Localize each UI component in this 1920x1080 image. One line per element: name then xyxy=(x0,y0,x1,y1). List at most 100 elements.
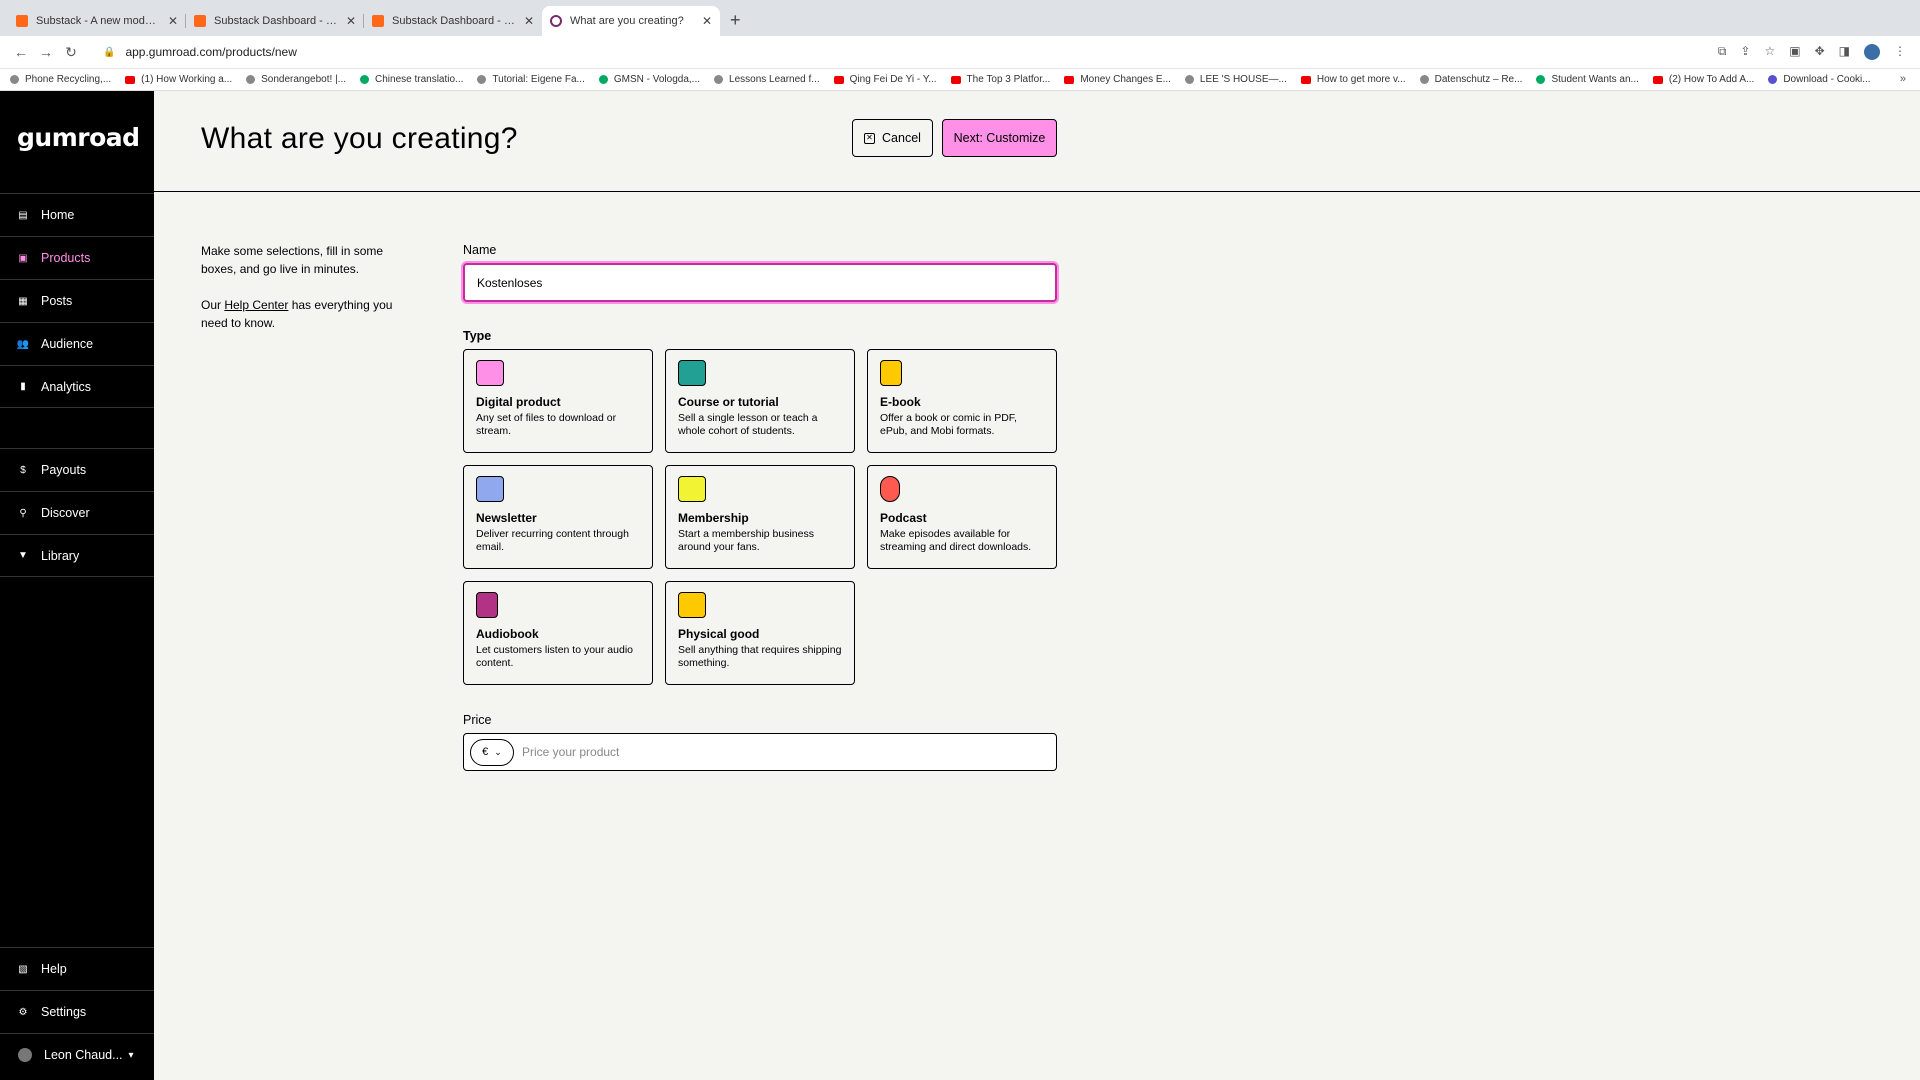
page-title: What are you creating? xyxy=(201,122,518,155)
bookmarks-more-button[interactable]: » xyxy=(1900,73,1906,85)
bookmark-icon xyxy=(1184,75,1194,84)
close-icon[interactable]: ✕ xyxy=(346,14,356,28)
user-name: Leon Chaud... xyxy=(44,1048,123,1062)
type-card-physical-good[interactable]: Physical good Sell anything that require… xyxy=(665,581,855,685)
header-divider xyxy=(154,191,1920,192)
type-card-membership[interactable]: Membership Start a membership business a… xyxy=(665,465,855,569)
sidebar-nav: ▤ Home ▣ Products ▦ Posts 👥 Audience ▮ A… xyxy=(0,193,154,408)
extension-icon[interactable]: ▣ xyxy=(1789,44,1800,60)
type-card-ebook[interactable]: E-book Offer a book or comic in PDF, ePu… xyxy=(867,349,1057,453)
browser-tab[interactable]: Substack Dashboard - Leon's ✕ xyxy=(186,6,364,36)
sidebar-item-payouts[interactable]: $ Payouts xyxy=(0,448,154,491)
bookmark[interactable]: (2) How To Add A... xyxy=(1652,74,1754,85)
cancel-button[interactable]: ✕ Cancel xyxy=(852,119,933,157)
youtube-icon xyxy=(1064,75,1075,84)
sidebar-item-home[interactable]: ▤ Home xyxy=(0,193,154,236)
sidebar-item-library[interactable]: ▼ Library xyxy=(0,534,154,577)
forward-icon[interactable]: → xyxy=(35,44,57,60)
bookmark-icon xyxy=(714,75,724,84)
browser-tab-active[interactable]: What are you creating? ✕ xyxy=(542,6,720,36)
profile-avatar[interactable] xyxy=(1864,44,1880,60)
bookmark[interactable]: Sonderangebot! |... xyxy=(246,74,346,85)
sidebar-item-analytics[interactable]: ▮ Analytics xyxy=(0,365,154,408)
menu-icon[interactable]: ⋮ xyxy=(1894,44,1906,60)
browser-tab-bar: Substack - A new model for pu ✕ Substack… xyxy=(0,0,1920,36)
tab-title: Substack Dashboard - Leon's xyxy=(214,15,340,27)
sidebar-item-posts[interactable]: ▦ Posts xyxy=(0,279,154,322)
close-icon[interactable]: ✕ xyxy=(168,14,178,28)
sidebar-item-settings[interactable]: ⚙ Settings xyxy=(0,990,154,1033)
bookmark[interactable]: Qing Fei De Yi - Y... xyxy=(833,74,937,85)
bookmark-icon xyxy=(1536,75,1546,84)
audience-icon: 👥 xyxy=(16,338,30,350)
bookmark[interactable]: Money Changes E... xyxy=(1064,74,1171,85)
browser-toolbar: ⧉ ⇪ ☆ ▣ ✥ ◨ ⋮ xyxy=(1718,44,1906,60)
close-icon[interactable]: ✕ xyxy=(524,14,534,28)
products-icon: ▣ xyxy=(18,252,28,264)
bookmark[interactable]: GMSN - Vologda,... xyxy=(598,74,700,85)
bookmark[interactable]: Download - Cooki... xyxy=(1768,74,1871,85)
bookmark-icon xyxy=(360,75,370,84)
url-text: app.gumroad.com/products/new xyxy=(125,45,297,59)
bookmark[interactable]: LEE 'S HOUSE—... xyxy=(1184,74,1287,85)
sidepanel-icon[interactable]: ◨ xyxy=(1839,44,1850,60)
currency-select[interactable]: € ⌄ xyxy=(470,738,514,766)
type-card-newsletter[interactable]: Newsletter Deliver recurring content thr… xyxy=(463,465,653,569)
type-label: Type xyxy=(463,329,492,343)
url-field[interactable]: 🔒 app.gumroad.com/products/new xyxy=(103,45,297,59)
membership-icon xyxy=(678,476,706,502)
substack-icon xyxy=(16,15,28,27)
sidebar-item-discover[interactable]: ⚲ Discover xyxy=(0,491,154,534)
new-tab-button[interactable]: + xyxy=(730,6,741,36)
bookmark-icon xyxy=(1419,75,1429,84)
help-center-link[interactable]: Help Center xyxy=(224,298,288,312)
gear-icon: ⚙ xyxy=(18,1006,28,1018)
gumroad-icon xyxy=(550,15,562,27)
tab-title: What are you creating? xyxy=(570,15,684,27)
puzzle-icon[interactable]: ✥ xyxy=(1815,44,1825,60)
bookmark[interactable]: Chinese translatio... xyxy=(360,74,463,85)
bookmarks-bar: Phone Recycling,... (1) How Working a...… xyxy=(0,69,1920,91)
newsletter-icon xyxy=(476,476,504,502)
price-field: € ⌄ xyxy=(463,733,1057,771)
back-icon[interactable]: ← xyxy=(10,44,32,60)
translate-icon[interactable]: ⧉ xyxy=(1718,44,1727,60)
sidebar-bottom: ▧ Help ⚙ Settings Leon Chaud... ▾ xyxy=(0,947,154,1076)
bookmark[interactable]: Phone Recycling,... xyxy=(10,74,111,85)
search-icon: ⚲ xyxy=(19,507,27,519)
bookmark[interactable]: Lessons Learned f... xyxy=(714,74,820,85)
star-icon[interactable]: ☆ xyxy=(1764,44,1775,60)
name-input[interactable] xyxy=(463,263,1057,302)
reload-icon[interactable]: ↻ xyxy=(60,44,82,61)
share-icon[interactable]: ⇪ xyxy=(1740,44,1750,60)
browser-tab[interactable]: Substack - A new model for pu ✕ xyxy=(8,6,186,36)
gumroad-logo[interactable]: gumroad xyxy=(17,123,140,152)
price-label: Price xyxy=(463,713,492,727)
bookmark[interactable]: Datenschutz – Re... xyxy=(1419,74,1522,85)
user-menu[interactable]: Leon Chaud... ▾ xyxy=(0,1033,154,1076)
bookmark[interactable]: Tutorial: Eigene Fa... xyxy=(477,74,585,85)
price-input[interactable] xyxy=(522,745,1056,759)
bookmark[interactable]: Student Wants an... xyxy=(1536,74,1639,85)
type-card-podcast[interactable]: Podcast Make episodes available for stre… xyxy=(867,465,1057,569)
digital-product-icon xyxy=(476,360,504,386)
payouts-icon: $ xyxy=(20,464,26,476)
type-card-course[interactable]: Course or tutorial Sell a single lesson … xyxy=(665,349,855,453)
close-icon[interactable]: ✕ xyxy=(702,14,712,28)
address-bar: ← → ↻ 🔒 app.gumroad.com/products/new ⧉ ⇪… xyxy=(0,36,1920,69)
help-text: Our Help Center has everything you need … xyxy=(201,298,393,330)
course-icon xyxy=(678,360,706,386)
sidebar-item-products[interactable]: ▣ Products xyxy=(0,236,154,279)
bookmark-icon xyxy=(10,75,19,84)
substack-icon xyxy=(372,15,384,27)
youtube-icon xyxy=(1652,75,1663,84)
sidebar-item-audience[interactable]: 👥 Audience xyxy=(0,322,154,365)
bookmark[interactable]: The Top 3 Platfor... xyxy=(950,74,1050,85)
next-customize-button[interactable]: Next: Customize xyxy=(942,119,1057,157)
sidebar-item-help[interactable]: ▧ Help xyxy=(0,947,154,990)
bookmark[interactable]: How to get more v... xyxy=(1300,74,1406,85)
type-card-digital-product[interactable]: Digital product Any set of files to down… xyxy=(463,349,653,453)
browser-tab[interactable]: Substack Dashboard - Leon's ✕ xyxy=(364,6,542,36)
type-card-audiobook[interactable]: Audiobook Let customers listen to your a… xyxy=(463,581,653,685)
bookmark[interactable]: (1) How Working a... xyxy=(125,74,232,85)
